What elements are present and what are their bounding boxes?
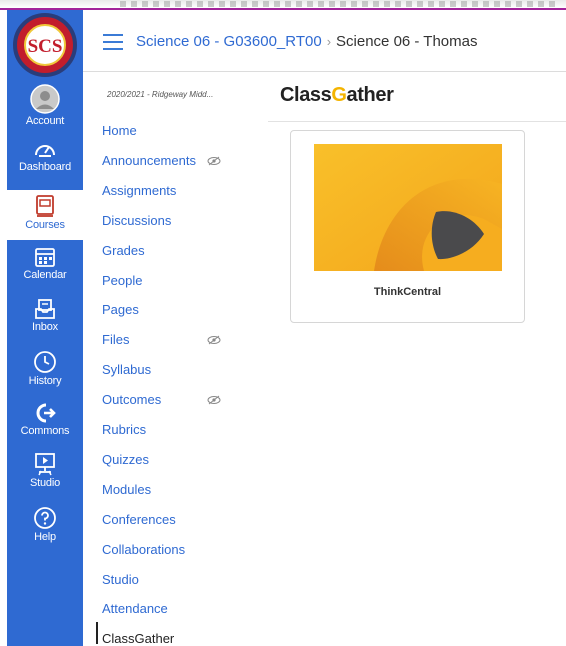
course-nav-studio[interactable]: Studio	[102, 572, 139, 587]
nav-courses[interactable]: Courses	[7, 190, 83, 240]
nav-history-label: History	[28, 375, 62, 387]
nav-studio-label: Studio	[30, 477, 60, 489]
nav-dashboard[interactable]: Dashboard	[7, 138, 83, 188]
nav-dashboard-label: Dashboard	[18, 161, 71, 173]
nav-account-label: Account	[25, 115, 65, 127]
course-header: Science 06 - G03600_RT00 › Science 06 - Th…	[83, 12, 566, 72]
browser-top-strip	[0, 0, 566, 10]
nav-help[interactable]: Help	[7, 506, 83, 556]
course-nav-announcements[interactable]: Announcements	[102, 153, 196, 168]
school-logo[interactable]: SCS	[7, 10, 83, 80]
nav-commons[interactable]: Commons	[7, 402, 83, 452]
course-nav-rubrics[interactable]: Rubrics	[102, 422, 146, 437]
nav-studio[interactable]: Studio	[7, 452, 83, 502]
courses-icon	[36, 195, 54, 217]
history-icon	[34, 351, 56, 373]
nav-inbox[interactable]: Inbox	[7, 298, 83, 348]
logo-text-class: Class	[280, 84, 332, 106]
global-navigation: SCS Account Dashboard Courses Calendar I…	[7, 10, 83, 646]
main-content: ClassGather ThinkCentral	[268, 72, 566, 646]
card-title: ThinkCentral	[373, 286, 442, 298]
course-nav-modules[interactable]: Modules	[102, 482, 151, 497]
term-label: 2020/2021 - Ridgeway Midd...	[107, 90, 214, 99]
breadcrumb-current-page: Science 06 - Thomas	[336, 33, 478, 50]
nav-help-label: Help	[34, 531, 56, 543]
course-nav-conferences[interactable]: Conferences	[102, 512, 176, 527]
hidden-from-students-icon	[207, 156, 221, 166]
commons-icon	[36, 403, 56, 423]
inbox-icon	[35, 299, 55, 319]
breadcrumb-course-link[interactable]: Science 06 - G03600_RT00	[136, 33, 322, 50]
breadcrumb-separator: ›	[326, 34, 332, 49]
breadcrumb: Science 06 - G03600_RT00 › Science 06 - Th…	[136, 33, 478, 50]
course-nav-files[interactable]: Files	[102, 332, 129, 347]
hamburger-menu-icon[interactable]	[103, 34, 123, 50]
course-nav-attendance[interactable]: Attendance	[102, 601, 168, 616]
thinkcentral-image	[314, 144, 502, 271]
course-nav-discussions[interactable]: Discussions	[102, 213, 171, 228]
course-nav-outcomes[interactable]: Outcomes	[102, 392, 161, 407]
hidden-from-students-icon	[207, 335, 221, 345]
course-nav-syllabus[interactable]: Syllabus	[102, 362, 151, 377]
course-nav-assignments[interactable]: Assignments	[102, 183, 176, 198]
nav-commons-label: Commons	[20, 425, 70, 437]
course-nav-collaborations[interactable]: Collaborations	[102, 542, 185, 557]
logo-text: SCS	[28, 36, 63, 57]
help-icon	[34, 507, 56, 529]
logo-text-ather: ather	[346, 84, 394, 106]
dashboard-icon	[35, 145, 55, 157]
thinkcentral-card[interactable]: ThinkCentral	[290, 130, 525, 323]
nav-calendar-label: Calendar	[23, 269, 67, 281]
course-nav-pages[interactable]: Pages	[102, 302, 139, 317]
nav-courses-label: Courses	[25, 219, 65, 231]
course-nav-home[interactable]: Home	[102, 123, 137, 138]
classgather-header: ClassGather	[268, 72, 566, 122]
course-nav-quizzes[interactable]: Quizzes	[102, 452, 149, 467]
classgather-logo: ClassGather	[280, 84, 394, 107]
active-item-indicator	[96, 622, 98, 644]
studio-icon	[35, 453, 55, 476]
logo-text-g: G	[331, 84, 347, 106]
nav-calendar[interactable]: Calendar	[7, 246, 83, 296]
course-nav-classgather[interactable]: ClassGather	[102, 631, 174, 646]
nav-account[interactable]: Account	[7, 84, 83, 134]
account-avatar-icon	[30, 84, 60, 114]
calendar-icon	[35, 248, 55, 267]
course-nav-people[interactable]: People	[102, 273, 142, 288]
course-navigation: 2020/2021 - Ridgeway Midd... Home Announc…	[83, 72, 268, 646]
nav-inbox-label: Inbox	[32, 321, 58, 333]
nav-history[interactable]: History	[7, 350, 83, 400]
hidden-from-students-icon	[207, 395, 221, 405]
course-nav-grades[interactable]: Grades	[102, 243, 145, 258]
